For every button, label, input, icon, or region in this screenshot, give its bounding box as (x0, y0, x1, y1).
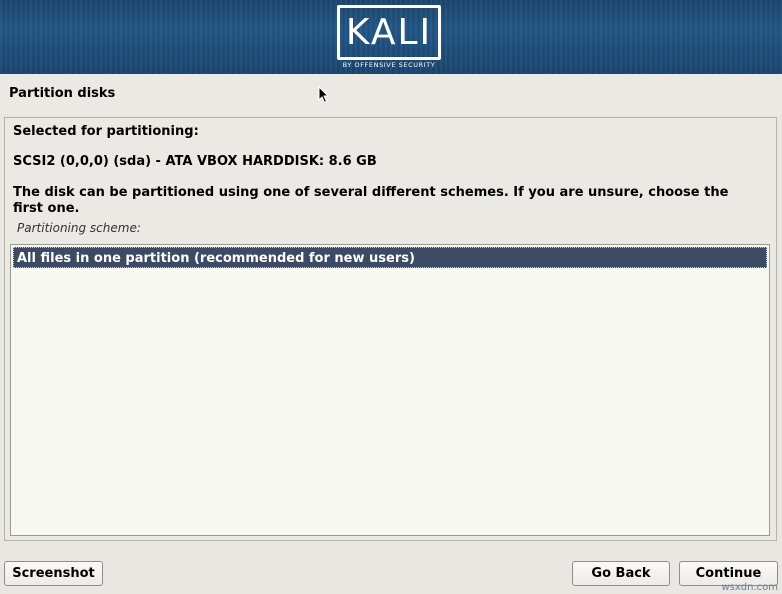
partitioning-scheme-label: Partitioning scheme: (17, 221, 141, 235)
watermark: wsxdn.com (721, 582, 778, 593)
page-title: Partition disks (9, 86, 116, 101)
kali-logo: KALI (337, 5, 441, 60)
disk-name: SCSI2 (0,0,0) (sda) - ATA VBOX HARDDISK:… (13, 154, 377, 169)
description-text: The disk can be partitioned using one of… (13, 185, 729, 216)
go-back-button[interactable]: Go Back (572, 561, 670, 586)
logo-subtitle: BY OFFENSIVE SECURITY (342, 61, 436, 69)
mouse-pointer-icon (318, 86, 330, 104)
kali-banner: KALI BY OFFENSIVE SECURITY (0, 0, 782, 74)
selected-for-partitioning-label: Selected for partitioning: (13, 124, 199, 139)
partitioning-scheme-list[interactable]: All files in one partition (recommended … (10, 244, 770, 536)
logo-text: KALI (345, 11, 433, 53)
title-bar (0, 74, 782, 114)
screenshot-button[interactable]: Screenshot (4, 561, 103, 586)
list-item-all-files-one-partition[interactable]: All files in one partition (recommended … (13, 247, 767, 268)
